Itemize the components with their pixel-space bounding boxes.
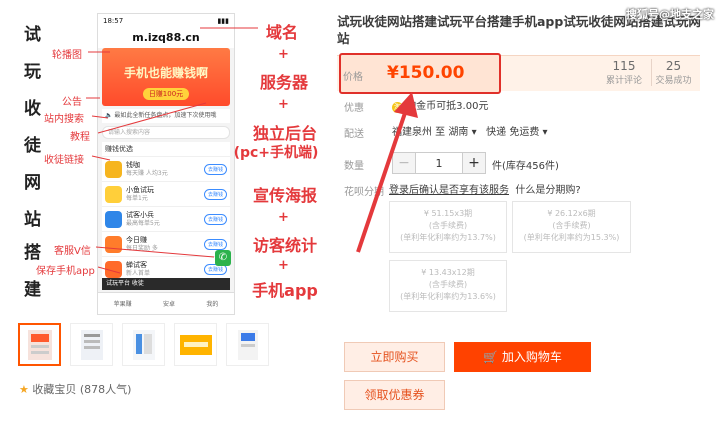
watermark: 搜狐号@地支之家 — [626, 8, 714, 21]
price-box: 价格 ¥150.00 115 累计评论 25 交易成功 — [337, 53, 700, 94]
add-to-cart-label: 加入购物车 — [501, 350, 562, 364]
thumbnail[interactable] — [18, 323, 61, 366]
plus-sign: + — [278, 258, 289, 273]
price-value: ¥150.00 — [387, 63, 465, 83]
feature-backend-sub: (pc+手机端) — [233, 145, 319, 161]
plan-amount: ¥ 26.12x6期 — [547, 209, 596, 218]
feature-backend: 独立后台 — [252, 124, 317, 143]
annotation-arrow — [356, 92, 418, 253]
thumbnail-strip — [18, 323, 269, 366]
sales-label: 交易成功 — [655, 76, 692, 86]
shipping-method: 快递 免运费 — [486, 127, 540, 138]
thumbnail[interactable] — [226, 323, 269, 366]
sales-stat: 25 交易成功 — [651, 59, 695, 86]
chevron-down-icon: ▾ — [471, 127, 477, 138]
plan-amount: ¥ 13.43x12期 — [421, 268, 475, 277]
reviews-stat[interactable]: 115 累计评论 — [600, 59, 648, 86]
plan-rate: (单利年化利率约为15.3%) — [523, 233, 620, 242]
plus-sign: + — [278, 210, 289, 225]
feature-app: 手机app — [252, 281, 318, 300]
installment-help-link[interactable]: 什么是分期购? — [515, 185, 580, 196]
plan-rate: (单利年化利率约为13.6%) — [400, 292, 496, 301]
reviews-count: 115 — [612, 59, 636, 73]
star-icon: ★ — [19, 383, 29, 396]
price-label: 价格 — [343, 72, 363, 83]
favorite-text: 收藏宝贝 (878人气) — [32, 383, 132, 396]
plan-fee: (含手续费) — [428, 280, 468, 289]
get-coupon-button[interactable]: 领取优惠券 — [344, 380, 445, 410]
qty-plus-button[interactable]: + — [463, 153, 485, 173]
thumbnail[interactable] — [174, 323, 217, 366]
feature-server: 服务器 — [259, 73, 308, 92]
thumbnail[interactable] — [70, 323, 113, 366]
thumbnail[interactable] — [122, 323, 165, 366]
feature-stats: 访客统计 — [252, 236, 317, 255]
installment-plan[interactable]: ¥ 13.43x12期 (含手续费) (单利年化利率约为13.6%) — [389, 260, 507, 312]
buy-now-button[interactable]: 立即购买 — [344, 342, 445, 372]
feature-domain: 域名 — [265, 23, 298, 42]
shipping-to: 湖南 — [448, 127, 469, 138]
plan-fee: (含手续费) — [552, 221, 591, 230]
plus-sign: + — [278, 97, 289, 112]
shipping-to-select[interactable]: 湖南 ▾ — [448, 127, 476, 138]
feature-poster: 宣传海报 — [252, 186, 317, 205]
shipping-method-select[interactable]: 快递 免运费 ▾ — [486, 127, 547, 138]
plus-sign: + — [278, 47, 289, 62]
sales-count: 25 — [665, 59, 682, 73]
installment-plan[interactable]: ¥ 26.12x6期 (含手续费) (单利年化利率约为15.3%) — [512, 201, 631, 253]
cart-icon: 🛒 — [483, 350, 499, 364]
chevron-down-icon: ▾ — [542, 127, 548, 138]
stock-text: 件(库存456件) — [492, 161, 559, 172]
add-to-cart-button[interactable]: 🛒 加入购物车 — [454, 342, 591, 372]
reviews-label: 累计评论 — [605, 76, 642, 86]
favorite-link[interactable]: ★ 收藏宝贝 (878人气) — [19, 381, 131, 397]
